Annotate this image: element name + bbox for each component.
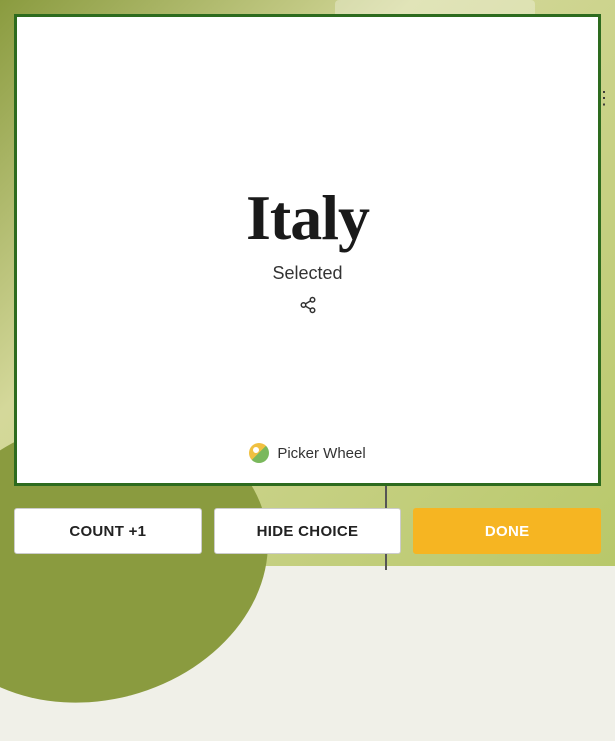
share-icon[interactable] xyxy=(299,296,317,319)
result-title: Italy xyxy=(246,181,369,255)
done-button[interactable]: DONE xyxy=(413,508,601,554)
count-button[interactable]: COUNT +1 xyxy=(14,508,202,554)
action-button-row: COUNT +1 HIDE CHOICE DONE xyxy=(14,508,601,554)
result-modal: Italy Selected Picker Wheel xyxy=(14,14,601,486)
brand-logo-icon xyxy=(249,443,269,463)
brand-name: Picker Wheel xyxy=(277,445,365,462)
result-subtitle: Selected xyxy=(272,263,342,284)
brand-row: Picker Wheel xyxy=(17,443,598,463)
hide-choice-button[interactable]: HIDE CHOICE xyxy=(214,508,402,554)
